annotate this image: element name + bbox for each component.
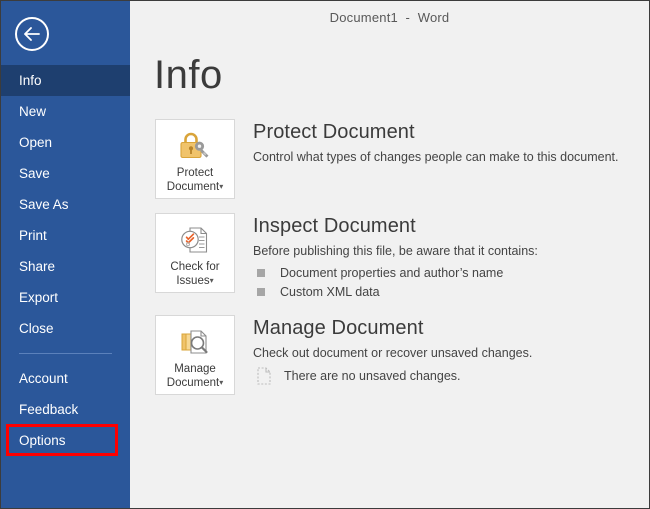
check-for-issues-button-label: Check for Issues▾ [168, 260, 221, 288]
sidebar-item-label: Feedback [19, 402, 79, 417]
sidebar-item-label: Info [19, 73, 42, 88]
bullet-square-icon [257, 268, 265, 277]
section-title: Protect Document [253, 121, 415, 143]
sidebar-item-label: New [19, 104, 47, 119]
list-item-label: Custom XML data [280, 284, 380, 299]
protect-document-button-label: Protect Document▾ [165, 166, 225, 194]
back-arrow-icon [23, 27, 41, 41]
section-protect-document: Protect Document▾ Protect Document Contr… [155, 119, 649, 199]
sidebar-divider [19, 353, 112, 354]
button-label-line2: Document [166, 377, 220, 390]
sidebar-item-save[interactable]: Save [1, 158, 130, 189]
protect-document-body: Protect Document Control what types of c… [253, 119, 619, 165]
word-backstage-window: Document1 - Word Info New Open Save Save… [0, 0, 650, 509]
protect-document-button[interactable]: Protect Document▾ [155, 119, 235, 199]
sidebar-item-label: Save As [19, 197, 69, 212]
section-description: Before publishing this file, be aware th… [253, 244, 538, 258]
document-stack-search-icon [177, 325, 213, 359]
sidebar-item-options[interactable]: Options [1, 424, 130, 456]
title-bar: Document1 - Word [130, 1, 649, 34]
sidebar-item-label: Close [19, 321, 54, 336]
check-for-issues-button[interactable]: Check for Issues▾ [155, 213, 235, 293]
backstage-content: Info Protect Document▾ Protect Document … [130, 34, 649, 508]
sidebar-item-open[interactable]: Open [1, 127, 130, 158]
status-label: There are no unsaved changes. [284, 369, 461, 383]
button-label-line2: Document [166, 181, 220, 194]
window-title: Document1 - Word [329, 10, 450, 25]
sidebar-item-label: Options [19, 433, 66, 448]
sidebar-item-feedback[interactable]: Feedback [1, 394, 130, 425]
sidebar-item-save-as[interactable]: Save As [1, 189, 130, 220]
manage-document-button[interactable]: Manage Document▾ [155, 315, 235, 395]
chevron-down-icon[interactable]: ▾ [210, 276, 214, 285]
section-description: Check out document or recover unsaved ch… [253, 346, 533, 360]
sidebar-item-account[interactable]: Account [1, 363, 130, 394]
inspect-document-body: Inspect Document Before publishing this … [253, 213, 538, 301]
sidebar-item-share[interactable]: Share [1, 251, 130, 282]
back-arrow-button[interactable] [15, 17, 49, 51]
sidebar-item-print[interactable]: Print [1, 220, 130, 251]
sidebar-item-label: Save [19, 166, 50, 181]
sidebar-item-info[interactable]: Info [1, 65, 130, 96]
back-button-area [1, 1, 130, 65]
section-title: Inspect Document [253, 215, 416, 237]
unsaved-changes-status: There are no unsaved changes. [253, 366, 532, 386]
button-label-line1: Check for [170, 261, 220, 273]
section-description: Control what types of changes people can… [253, 150, 619, 164]
manage-document-body: Manage Document Check out document or re… [253, 315, 532, 386]
backstage-nav: Info New Open Save Save As Print Share E… [1, 65, 130, 456]
chevron-down-icon[interactable]: ▾ [219, 378, 223, 387]
document-inspect-icon [177, 223, 213, 257]
sidebar-item-export[interactable]: Export [1, 282, 130, 313]
inspect-findings-list: Document properties and author’s name Cu… [253, 263, 538, 301]
sidebar-item-label: Export [19, 290, 59, 305]
backstage-sidebar: Info New Open Save Save As Print Share E… [1, 1, 130, 508]
sidebar-item-label: Print [19, 228, 47, 243]
page-title: Info [154, 53, 223, 97]
sidebar-item-close[interactable]: Close [1, 313, 130, 344]
list-item: Document properties and author’s name [253, 263, 538, 282]
section-title: Manage Document [253, 317, 424, 339]
button-label-line1: Protect [176, 167, 214, 179]
sidebar-item-label: Account [19, 371, 68, 386]
section-inspect-document: Check for Issues▾ Inspect Document Befor… [155, 213, 649, 301]
bullet-square-icon [257, 287, 265, 296]
document-outline-icon [254, 366, 274, 386]
sidebar-item-label: Share [19, 259, 56, 274]
sidebar-item-new[interactable]: New [1, 96, 130, 127]
manage-document-button-label: Manage Document▾ [165, 362, 225, 390]
button-label-line2: Issues [176, 275, 210, 288]
padlock-key-icon [177, 129, 213, 163]
button-label-line1: Manage [174, 363, 216, 375]
list-item: Custom XML data [253, 282, 538, 301]
sidebar-item-label: Open [19, 135, 53, 150]
list-item-label: Document properties and author’s name [280, 265, 504, 280]
chevron-down-icon[interactable]: ▾ [219, 182, 223, 191]
section-manage-document: Manage Document▾ Manage Document Check o… [155, 315, 649, 395]
